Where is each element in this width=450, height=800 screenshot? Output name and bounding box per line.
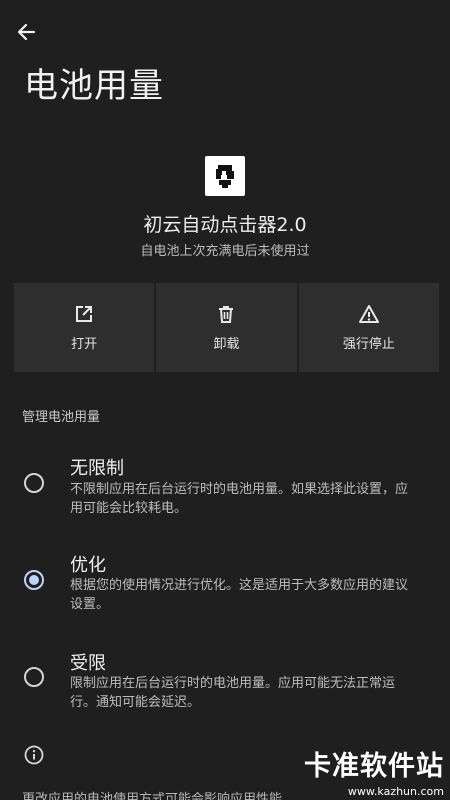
watermark: 卡准软件站 www.kazhun.com <box>294 744 444 798</box>
option-description: 限制应用在后台运行时的电池用量。应用可能无法正常运行。通知可能会延迟。 <box>70 676 396 710</box>
watermark-text: 卡准软件站 <box>304 751 444 782</box>
uninstall-button-label: 卸载 <box>213 337 240 352</box>
app-name: 初云自动点击器2.0 <box>143 214 307 236</box>
option-description: 根据您的使用情况进行优化。这是适用于大多数应用的建议设置。 <box>70 578 409 612</box>
app-actions: 打开 卸载 强行停止 <box>14 283 439 372</box>
radio-button[interactable] <box>24 473 44 493</box>
warning-icon <box>358 303 380 325</box>
app-icon <box>205 156 245 196</box>
open-external-icon <box>73 303 95 325</box>
footer-note: 更改应用的电池使用方式可能会影响应用性能 <box>22 792 283 800</box>
option-restricted[interactable]: 受限 限制应用在后台运行时的电池用量。应用可能无法正常运行。通知可能会延迟。 <box>0 645 450 717</box>
option-title: 受限 <box>70 653 106 674</box>
open-button-label: 打开 <box>71 337 98 352</box>
option-title: 无限制 <box>70 458 124 479</box>
uninstall-button[interactable]: 卸载 <box>156 283 297 372</box>
option-optimized[interactable]: 优化 根据您的使用情况进行优化。这是适用于大多数应用的建议设置。 <box>0 545 450 617</box>
watermark-url: www.kazhun.com <box>347 785 444 798</box>
force-stop-button-label: 强行停止 <box>342 337 395 352</box>
back-button[interactable] <box>12 18 40 46</box>
page-title: 电池用量 <box>24 66 164 106</box>
option-title: 优化 <box>70 555 106 576</box>
radio-button-selected[interactable] <box>24 570 44 590</box>
open-button[interactable]: 打开 <box>14 283 155 372</box>
section-header: 管理电池用量 <box>22 410 101 425</box>
battery-usage-screen: 电池用量 初云自动点击器2.0 自电池上次充满电后未使用过 打开 卸载 强行停止… <box>0 0 450 800</box>
option-description: 不限制应用在后台运行时的电池用量。如果选择此设置，应用可能会比较耗电。 <box>70 482 409 516</box>
app-usage-summary: 自电池上次充满电后未使用过 <box>140 244 310 259</box>
arrow-left-icon <box>17 23 36 41</box>
info-icon <box>24 745 44 765</box>
force-stop-button[interactable]: 强行停止 <box>298 283 439 372</box>
radio-button[interactable] <box>24 667 44 687</box>
option-unrestricted[interactable]: 无限制 不限制应用在后台运行时的电池用量。如果选择此设置，应用可能会比较耗电。 <box>0 448 450 528</box>
trash-icon <box>215 303 237 325</box>
